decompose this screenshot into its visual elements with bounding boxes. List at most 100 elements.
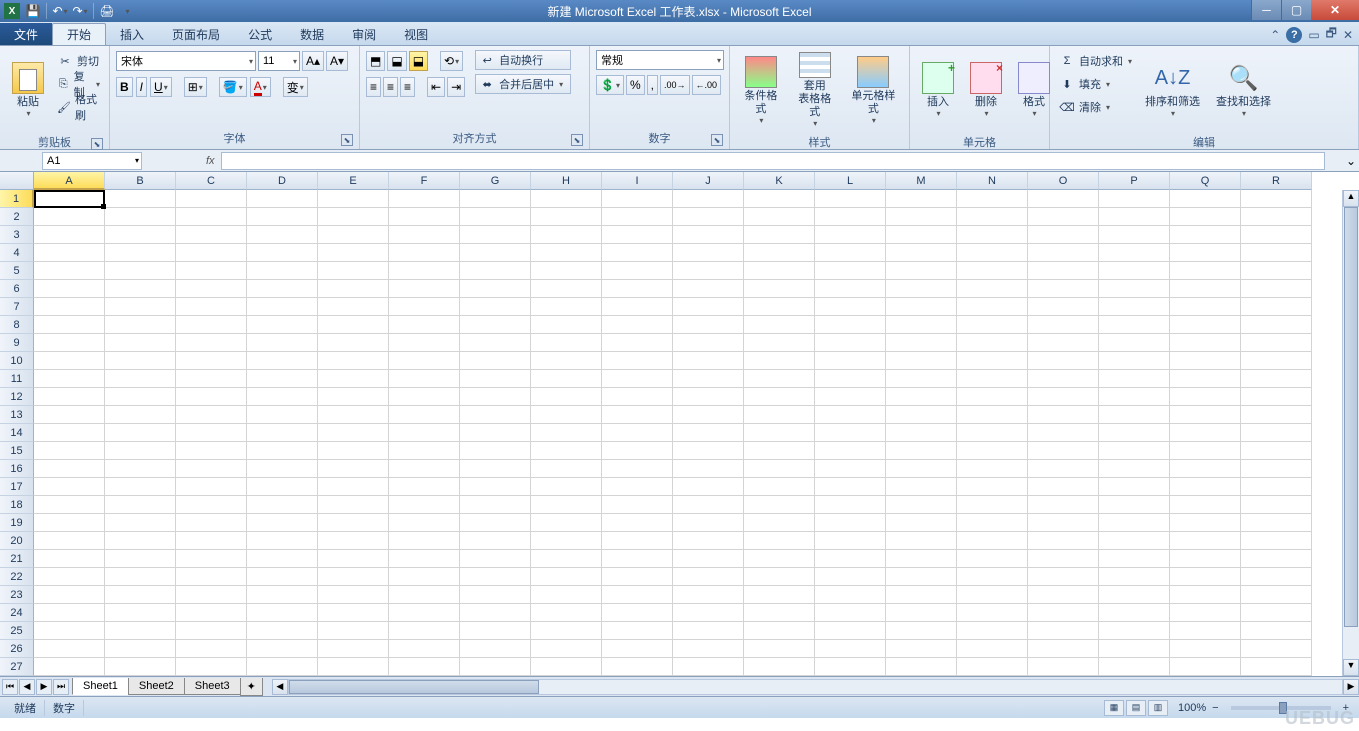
- cell[interactable]: [602, 622, 673, 640]
- cell[interactable]: [1170, 406, 1241, 424]
- increase-indent-button[interactable]: ⇥: [447, 77, 465, 97]
- cell[interactable]: [1241, 370, 1312, 388]
- cell[interactable]: [247, 586, 318, 604]
- cell[interactable]: [389, 298, 460, 316]
- cell[interactable]: [460, 460, 531, 478]
- cell[interactable]: [247, 478, 318, 496]
- cell[interactable]: [744, 604, 815, 622]
- help-button[interactable]: ?: [1286, 27, 1302, 43]
- cell[interactable]: [176, 298, 247, 316]
- row-header[interactable]: 18: [0, 496, 34, 514]
- minimize-ribbon-icon[interactable]: ▭: [1308, 28, 1319, 42]
- cell[interactable]: [531, 532, 602, 550]
- scroll-up-button[interactable]: ▲: [1343, 190, 1359, 207]
- fx-label[interactable]: fx: [206, 155, 215, 167]
- align-right-button[interactable]: ≡: [400, 77, 415, 97]
- cell[interactable]: [318, 568, 389, 586]
- cell[interactable]: [389, 352, 460, 370]
- cell[interactable]: [1099, 190, 1170, 208]
- cell[interactable]: [673, 460, 744, 478]
- row-header[interactable]: 10: [0, 352, 34, 370]
- font-name-combo[interactable]: 宋体▾: [116, 51, 256, 71]
- column-header[interactable]: P: [1099, 172, 1170, 190]
- cell[interactable]: [744, 514, 815, 532]
- column-header[interactable]: F: [389, 172, 460, 190]
- cell[interactable]: [1241, 658, 1312, 676]
- cell[interactable]: [886, 280, 957, 298]
- cell[interactable]: [1241, 622, 1312, 640]
- cell[interactable]: [531, 514, 602, 532]
- cell[interactable]: [247, 622, 318, 640]
- cell[interactable]: [247, 442, 318, 460]
- cell[interactable]: [105, 622, 176, 640]
- cell[interactable]: [460, 262, 531, 280]
- cell[interactable]: [957, 532, 1028, 550]
- cell[interactable]: [34, 262, 105, 280]
- cell[interactable]: [176, 334, 247, 352]
- cell[interactable]: [460, 352, 531, 370]
- cell[interactable]: [815, 604, 886, 622]
- cell[interactable]: [531, 568, 602, 586]
- cell[interactable]: [744, 442, 815, 460]
- cell[interactable]: [105, 190, 176, 208]
- cell[interactable]: [1099, 406, 1170, 424]
- cell[interactable]: [389, 604, 460, 622]
- cell-styles-button[interactable]: 单元格样式▾: [844, 50, 903, 130]
- cell[interactable]: [176, 316, 247, 334]
- cell[interactable]: [531, 316, 602, 334]
- top-align-button[interactable]: ⬒: [366, 51, 385, 71]
- cell[interactable]: [744, 658, 815, 676]
- cell[interactable]: [957, 244, 1028, 262]
- cell[interactable]: [1170, 226, 1241, 244]
- last-sheet-button[interactable]: ⏭: [53, 679, 69, 695]
- autosum-button[interactable]: Σ自动求和▾: [1056, 50, 1135, 72]
- cell[interactable]: [1241, 190, 1312, 208]
- cell[interactable]: [673, 640, 744, 658]
- cell[interactable]: [1028, 640, 1099, 658]
- cell[interactable]: [34, 406, 105, 424]
- cell[interactable]: [105, 550, 176, 568]
- cell[interactable]: [957, 262, 1028, 280]
- cell[interactable]: [460, 190, 531, 208]
- cell[interactable]: [389, 316, 460, 334]
- cell[interactable]: [247, 388, 318, 406]
- cell[interactable]: [389, 388, 460, 406]
- cell[interactable]: [602, 658, 673, 676]
- cell[interactable]: [744, 532, 815, 550]
- bold-button[interactable]: B: [116, 77, 133, 97]
- cell[interactable]: [602, 424, 673, 442]
- cell[interactable]: [602, 604, 673, 622]
- cell[interactable]: [460, 316, 531, 334]
- row-header[interactable]: 24: [0, 604, 34, 622]
- cell[interactable]: [957, 208, 1028, 226]
- insert-cells-button[interactable]: +插入▾: [916, 50, 960, 130]
- cell[interactable]: [531, 262, 602, 280]
- cell[interactable]: [886, 424, 957, 442]
- cell[interactable]: [815, 460, 886, 478]
- cell[interactable]: [957, 316, 1028, 334]
- cell[interactable]: [531, 496, 602, 514]
- cell[interactable]: [1028, 190, 1099, 208]
- cell[interactable]: [531, 190, 602, 208]
- cell[interactable]: [1028, 316, 1099, 334]
- cell[interactable]: [815, 568, 886, 586]
- cell[interactable]: [389, 514, 460, 532]
- cell[interactable]: [602, 226, 673, 244]
- cell[interactable]: [1099, 640, 1170, 658]
- cell[interactable]: [1028, 622, 1099, 640]
- new-sheet-button[interactable]: ✦: [240, 678, 263, 696]
- cell[interactable]: [389, 226, 460, 244]
- cell[interactable]: [1028, 532, 1099, 550]
- column-header[interactable]: G: [460, 172, 531, 190]
- cell[interactable]: [34, 370, 105, 388]
- cell[interactable]: [247, 226, 318, 244]
- cell[interactable]: [1241, 280, 1312, 298]
- row-header[interactable]: 6: [0, 280, 34, 298]
- cell[interactable]: [105, 280, 176, 298]
- cell[interactable]: [531, 352, 602, 370]
- cell[interactable]: [460, 532, 531, 550]
- cell[interactable]: [1170, 640, 1241, 658]
- cell[interactable]: [531, 478, 602, 496]
- cell[interactable]: [957, 568, 1028, 586]
- conditional-format-button[interactable]: 条件格式▾: [736, 50, 786, 130]
